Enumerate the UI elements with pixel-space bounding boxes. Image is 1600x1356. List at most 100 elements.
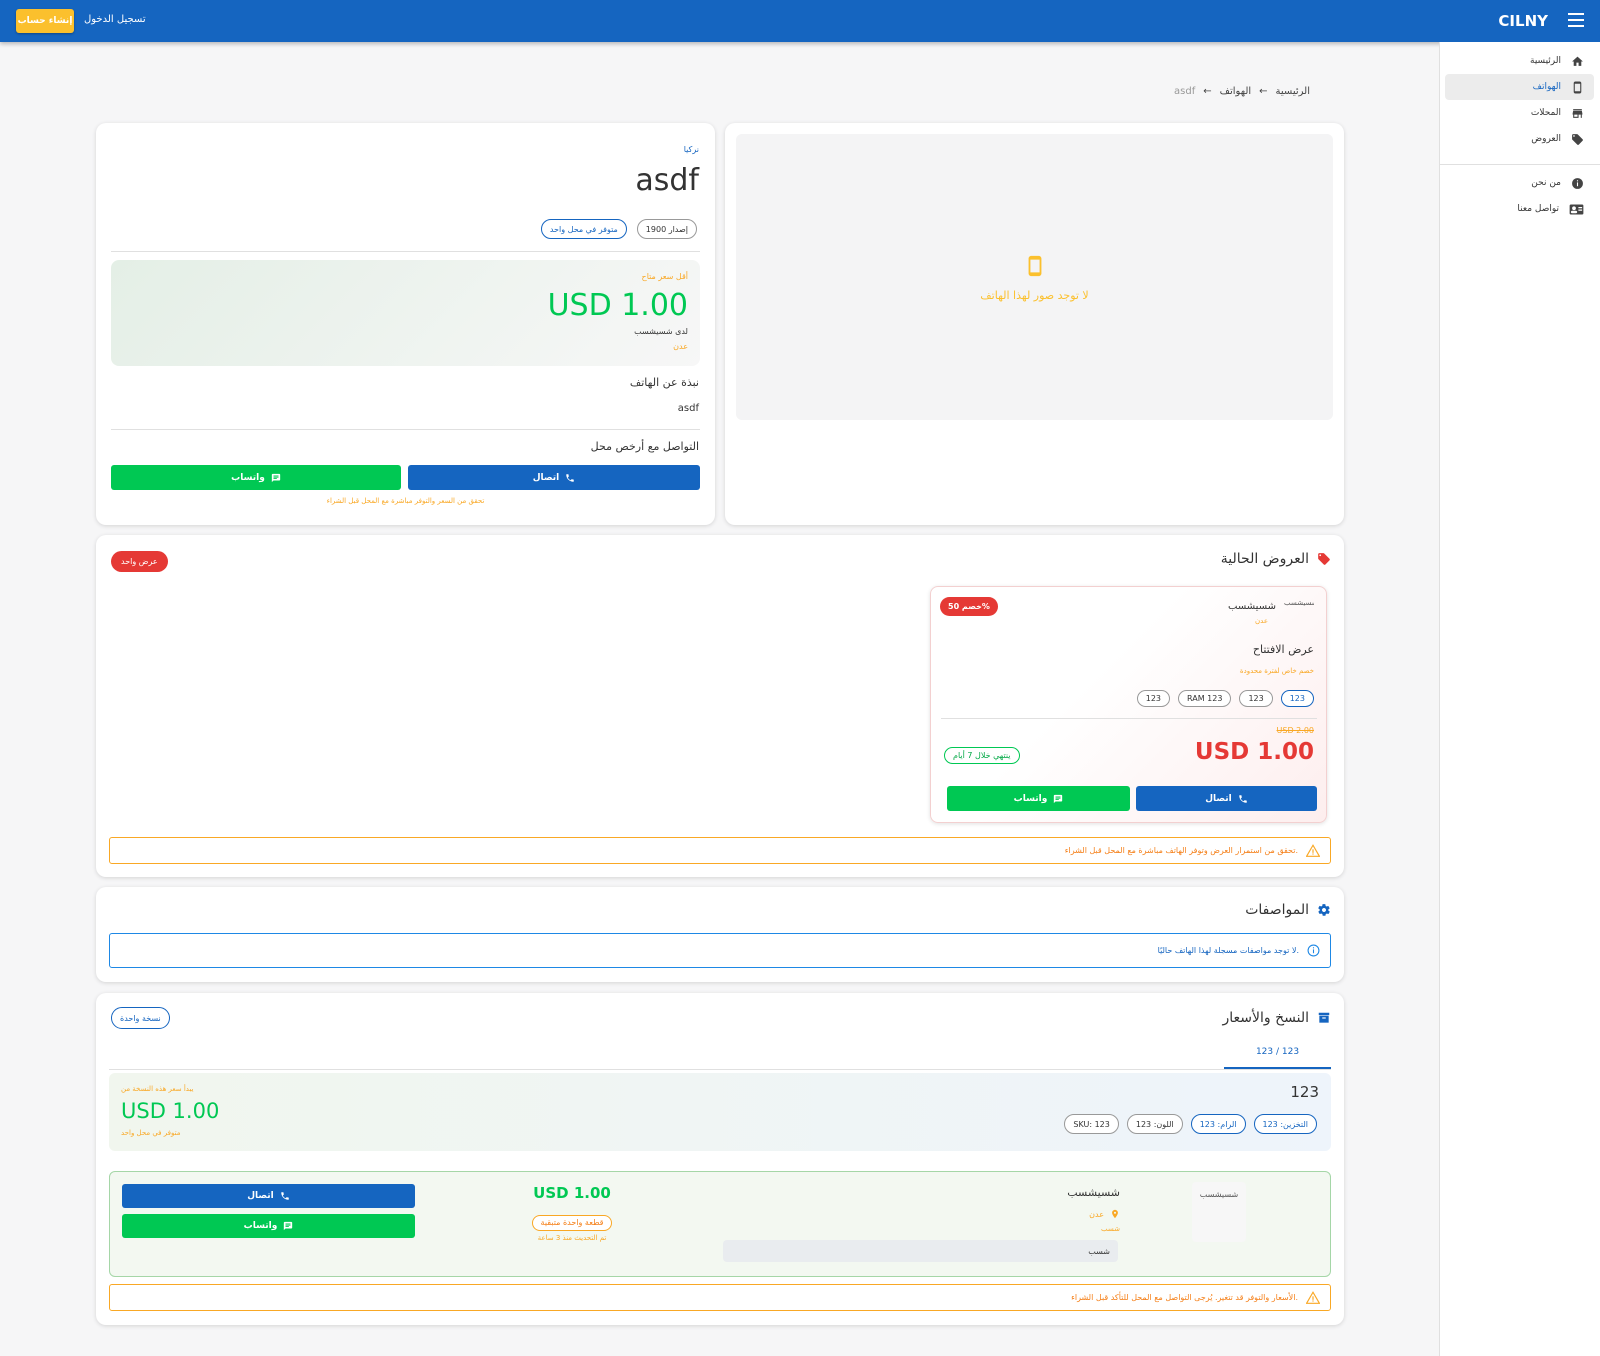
contact-card-icon <box>1569 204 1584 214</box>
divider <box>111 429 700 430</box>
variant-chip: التخزين: 123 <box>1253 1114 1317 1134</box>
sidebar: الرئيسية الهواتف المحلات العروض من نحن ت… <box>1439 42 1600 1356</box>
specs-empty-info: لا توجد مواصفات مسجلة لهذا الهاتف حاليًا… <box>109 933 1331 968</box>
specs-card: المواصفات لا توجد مواصفات مسجلة لهذا اله… <box>96 887 1344 982</box>
breadcrumb-home[interactable]: الرئيسية <box>1276 86 1310 97</box>
create-account-button[interactable]: إنشاء حساب <box>16 9 74 33</box>
contact-title: التواصل مع أرخص محل <box>590 440 699 453</box>
breadcrumb-current: asdf <box>1174 86 1196 97</box>
offers-title: العروض الحالية <box>1220 551 1309 567</box>
phone-call-icon <box>1239 794 1247 803</box>
whatsapp-label: واتساب <box>243 1221 278 1231</box>
offer-whatsapp-button[interactable]: واتساب <box>947 786 1130 811</box>
variant-availability: متوفر في محل واحد <box>121 1129 181 1137</box>
breadcrumb-separator: ← <box>1259 86 1268 97</box>
breadcrumb: asdf ← الهواتف ← الرئيسية <box>1174 86 1310 97</box>
gear-icon <box>1318 904 1330 916</box>
phone-icon <box>1573 81 1582 93</box>
listing-stock-chip: قطعة واحدة متبقية <box>531 1214 613 1231</box>
tag-icon <box>1572 133 1583 145</box>
product-brand[interactable]: نركيا <box>684 145 699 154</box>
lowest-price-box: أقل سعر متاح USD 1.00 لدى شسيشسب عدن <box>111 260 700 366</box>
sidebar-item-phones[interactable]: الهواتف <box>1445 74 1594 100</box>
sidebar-item-contact[interactable]: تواصل معنا <box>1445 196 1594 222</box>
phone-call-icon <box>566 473 575 482</box>
starting-price: USD 1.00 <box>121 1099 220 1123</box>
listing-location: عدن <box>1089 1208 1120 1220</box>
offer-card: خصم 50% شسيشسب شسيشسب عدن عرض الافتتاح خ… <box>930 586 1327 823</box>
offer-chips: 123 RAM 123 123 123 <box>1136 690 1314 707</box>
offer-ends-chip: ينتهي خلال 7 أيام <box>944 747 1020 764</box>
info-outline-icon <box>1307 944 1320 957</box>
sidebar-item-offers[interactable]: العروض <box>1445 126 1594 152</box>
variants-title-row: النسخ والأسعار <box>1222 1010 1331 1026</box>
release-chip: إصدار 1900 <box>636 219 697 239</box>
warning-icon <box>1306 844 1320 857</box>
variants-count-badge: نسخة واحدة <box>111 1007 170 1029</box>
offer-chip: 123 <box>1280 690 1314 707</box>
variants-card: النسخ والأسعار نسخة واحدة 123 / 123 123 … <box>96 993 1344 1325</box>
listing-price: USD 1.00 <box>533 1184 611 1202</box>
listing-city: عدن <box>1089 1209 1104 1219</box>
listing-updated: تم التحديث منذ 3 ساعة <box>537 1234 607 1242</box>
lowest-price-city: عدن <box>673 342 688 351</box>
call-button[interactable]: اتصال <box>408 465 700 490</box>
call-label: اتصال <box>247 1191 274 1201</box>
product-name: asdf <box>635 163 699 198</box>
offer-call-button[interactable]: اتصال <box>1136 786 1317 811</box>
whatsapp-button[interactable]: واتساب <box>111 465 401 490</box>
lowest-price-value: USD 1.00 <box>547 288 688 323</box>
offers-warning-text: تحقق من استمرار العرض وتوفر الهاتف مباشر… <box>1064 846 1298 855</box>
sidebar-item-label: العروض <box>1531 134 1561 144</box>
about-title: نبذة عن الهاتف <box>629 376 699 389</box>
store-listing-row: شسيشسب شسيشسب عدن شسب شسب USD 1.00 قطعة … <box>109 1171 1331 1277</box>
availability-chip: متوفر في محل واحد <box>540 219 627 239</box>
offer-chip: 123 <box>1239 690 1273 707</box>
offer-title: عرض الافتتاح <box>1252 643 1314 656</box>
offer-price: USD 1.00 <box>1194 739 1314 765</box>
listing-call-button[interactable]: اتصال <box>122 1184 415 1208</box>
login-link[interactable]: تسجيل الدخول <box>84 14 146 25</box>
offers-warning: تحقق من استمرار العرض وتوفر الهاتف مباشر… <box>109 837 1331 864</box>
warning-icon <box>1306 1291 1320 1304</box>
app-brand[interactable]: CILNY <box>1498 12 1548 30</box>
breadcrumb-phones[interactable]: الهواتف <box>1220 86 1252 97</box>
tab-variant[interactable]: 123 / 123 <box>1224 1037 1331 1069</box>
shop-logo: شسيشسب <box>1284 599 1314 607</box>
offer-shop-city: عدن <box>1255 617 1268 625</box>
app-bar: CILNY تسجيل الدخول إنشاء حساب <box>0 0 1600 42</box>
sidebar-item-label: تواصل معنا <box>1517 204 1559 214</box>
offer-shop-name[interactable]: شسيشسب <box>1228 601 1276 612</box>
listing-shop-name[interactable]: شسيشسب <box>1067 1186 1120 1199</box>
contact-note: تحقق من السعر والتوفر مباشرة مع المحل قب… <box>326 497 485 505</box>
location-pin-icon <box>1112 1209 1118 1219</box>
sidebar-item-home[interactable]: الرئيسية <box>1445 48 1594 74</box>
whatsapp-label: واتساب <box>231 472 265 483</box>
menu-icon[interactable] <box>1568 13 1584 27</box>
variant-chip: SKU: 123 <box>1064 1114 1119 1134</box>
variants-warning-text: الأسعار والتوفر قد تتغير. يُرجى التواصل … <box>1071 1293 1298 1302</box>
lowest-price-shop[interactable]: لدى شسيشسب <box>634 327 688 336</box>
chat-icon <box>1054 794 1063 803</box>
listing-whatsapp-button[interactable]: واتساب <box>122 1214 415 1238</box>
offers-title-row: العروض الحالية <box>1221 551 1331 567</box>
phone-call-icon <box>281 1192 289 1200</box>
tag-icon <box>1318 553 1330 565</box>
specs-title: المواصفات <box>1245 902 1309 918</box>
starting-price-label: يبدأ سعر هذه النسخة من <box>121 1085 194 1093</box>
specs-title-row: المواصفات <box>1245 902 1331 918</box>
listing-district: شسب <box>1101 1225 1120 1233</box>
gallery-placeholder: لا توجد صور لهذا الهاتف <box>736 134 1333 420</box>
variants-title: النسخ والأسعار <box>1222 1010 1309 1026</box>
old-price: USD 2.00 <box>1276 726 1314 735</box>
product-chips: إصدار 1900 متوفر في محل واحد <box>540 219 697 239</box>
sidebar-item-stores[interactable]: المحلات <box>1445 100 1594 126</box>
store-icon <box>1572 108 1583 118</box>
offer-chip: 123 <box>1136 690 1171 707</box>
sidebar-item-about[interactable]: من نحن <box>1445 170 1594 196</box>
whatsapp-label: واتساب <box>1013 793 1048 804</box>
sidebar-divider <box>1440 164 1600 165</box>
offers-card: العروض الحالية عرض واحد خصم 50% شسيشسب ش… <box>96 535 1344 877</box>
sidebar-item-label: المحلات <box>1530 108 1561 118</box>
phone-icon <box>1028 255 1041 276</box>
